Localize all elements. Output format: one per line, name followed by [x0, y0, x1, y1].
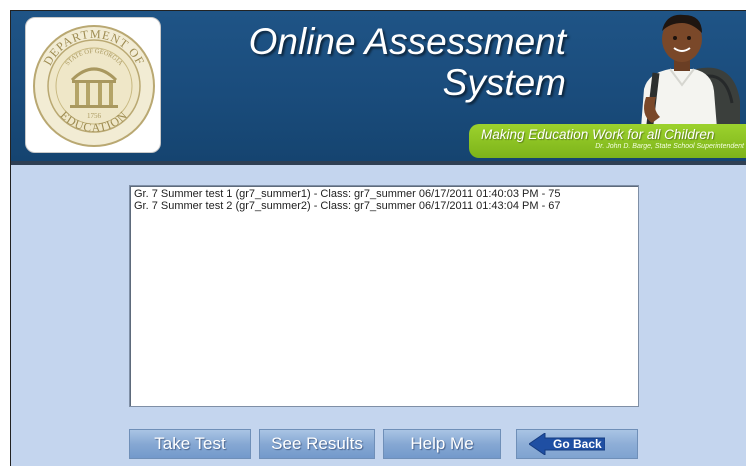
tagline-banner: Making Education Work for all Children D… [469, 124, 746, 158]
test-results-list[interactable]: Gr. 7 Summer test 1 (gr7_summer1) - Clas… [129, 185, 639, 407]
tagline-text: Making Education Work for all Children [481, 127, 715, 142]
main-content: Gr. 7 Summer test 1 (gr7_summer1) - Clas… [11, 165, 746, 466]
title-line-2: System [442, 62, 566, 103]
take-test-button[interactable]: Take Test [129, 429, 251, 459]
go-back-button[interactable]: Go Back [516, 429, 638, 459]
page-title: Online Assessment System [249, 21, 566, 103]
result-item[interactable]: Gr. 7 Summer test 1 (gr7_summer1) - Clas… [134, 188, 634, 200]
superintendent-text: Dr. John D. Barge, State School Superint… [595, 143, 744, 150]
go-back-label: Go Back [553, 437, 602, 451]
see-results-button[interactable]: See Results [259, 429, 375, 459]
help-me-button[interactable]: Help Me [383, 429, 501, 459]
ga-doe-seal-logo: DEPARTMENT OF EDUCATION STATE OF GEORGIA… [25, 17, 161, 153]
result-item[interactable]: Gr. 7 Summer test 2 (gr7_summer2) - Clas… [134, 200, 634, 212]
title-line-1: Online Assessment [248, 21, 566, 62]
seal-year: 1756 [87, 112, 102, 120]
seal-emblem-icon: DEPARTMENT OF EDUCATION STATE OF GEORGIA… [33, 25, 155, 147]
header-banner: DEPARTMENT OF EDUCATION STATE OF GEORGIA… [11, 11, 746, 161]
student-photo [640, 14, 740, 141]
app-frame: DEPARTMENT OF EDUCATION STATE OF GEORGIA… [10, 10, 746, 466]
